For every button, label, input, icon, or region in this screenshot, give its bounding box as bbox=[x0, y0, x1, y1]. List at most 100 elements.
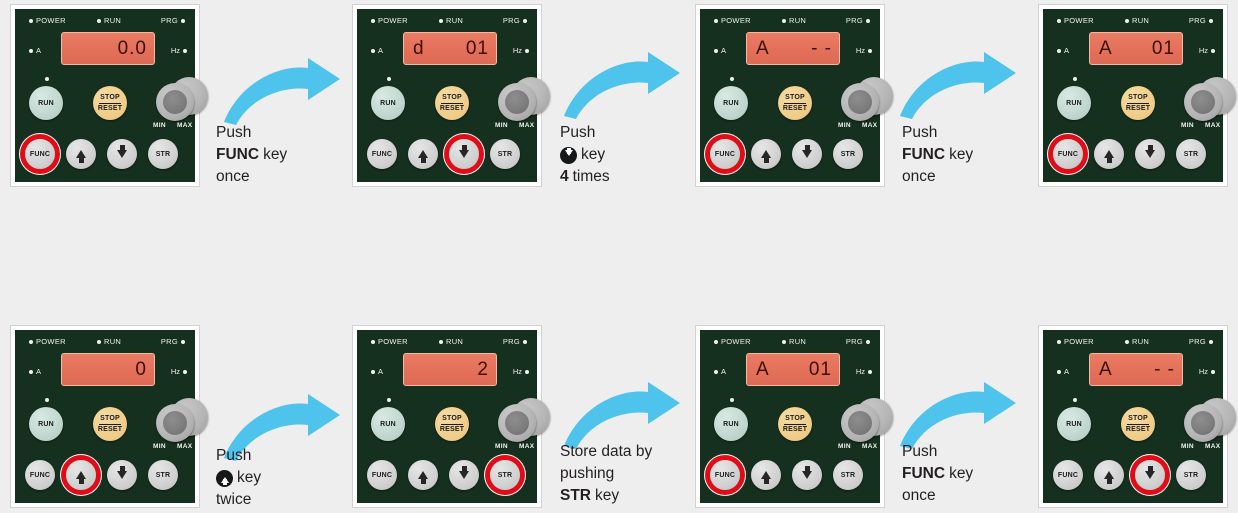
knob-min-label: MIN bbox=[1181, 443, 1194, 450]
led-power: POWER bbox=[1057, 16, 1094, 25]
knob-min-label: MIN bbox=[495, 443, 508, 450]
up-button[interactable] bbox=[751, 139, 781, 169]
down-button[interactable] bbox=[449, 139, 479, 169]
step-line-2: key bbox=[560, 144, 610, 166]
potentiometer-knob[interactable] bbox=[156, 404, 194, 442]
func-button[interactable]: FUNC bbox=[367, 139, 397, 169]
potentiometer-knob[interactable] bbox=[841, 83, 879, 121]
str-button[interactable]: STR bbox=[148, 139, 178, 169]
func-button[interactable]: FUNC bbox=[1053, 460, 1083, 490]
flow-arrow-3 bbox=[900, 52, 1016, 119]
led-run-label: RUN bbox=[1132, 337, 1150, 346]
stop-reset-button[interactable]: STOP RESET bbox=[1121, 86, 1155, 120]
potentiometer-knob[interactable] bbox=[1184, 404, 1222, 442]
down-button[interactable] bbox=[1135, 139, 1165, 169]
down-button[interactable] bbox=[792, 139, 822, 169]
step-caption-4: Push key twice bbox=[216, 445, 261, 511]
func-button[interactable]: FUNC bbox=[710, 139, 740, 169]
panel-face: POWER RUN PRG A Hz d 01 RUN STOP RESET M… bbox=[357, 9, 550, 182]
run-status-led bbox=[730, 398, 734, 402]
stop-reset-divider bbox=[784, 423, 806, 425]
up-key-glyph-icon bbox=[216, 469, 233, 487]
stop-reset-button[interactable]: STOP RESET bbox=[1121, 407, 1155, 441]
stop-reset-button[interactable]: STOP RESET bbox=[778, 86, 812, 120]
power-led-dot bbox=[29, 18, 33, 23]
down-arrow-icon bbox=[802, 145, 812, 158]
run-status-led bbox=[387, 77, 391, 81]
func-button[interactable]: FUNC bbox=[1053, 139, 1083, 169]
down-button[interactable] bbox=[449, 460, 479, 490]
stop-reset-button[interactable]: STOP RESET bbox=[778, 407, 812, 441]
func-button[interactable]: FUNC bbox=[367, 460, 397, 490]
panel-face: POWER RUN PRG A Hz 0.0 RUN STOP RESET MI… bbox=[15, 9, 208, 182]
stop-reset-divider bbox=[1127, 102, 1149, 104]
step-line-1: Store data by bbox=[560, 441, 652, 463]
up-button[interactable] bbox=[751, 460, 781, 490]
stop-reset-button[interactable]: STOP RESET bbox=[435, 86, 469, 120]
led-power: POWER bbox=[29, 337, 66, 346]
run-status-led bbox=[45, 398, 49, 402]
stop-reset-button[interactable]: STOP RESET bbox=[93, 86, 127, 120]
up-button[interactable] bbox=[408, 139, 438, 169]
run-button[interactable]: RUN bbox=[29, 86, 63, 120]
reset-label: RESET bbox=[439, 425, 465, 433]
run-button[interactable]: RUN bbox=[1057, 407, 1091, 441]
str-button[interactable]: STR bbox=[833, 460, 863, 490]
stop-label: STOP bbox=[100, 93, 120, 101]
run-button[interactable]: RUN bbox=[714, 407, 748, 441]
unit-amps-label: A bbox=[721, 46, 727, 55]
unit-hertz: Hz bbox=[1199, 46, 1215, 55]
unit-hertz: Hz bbox=[856, 367, 872, 376]
stop-reset-button[interactable]: STOP RESET bbox=[93, 407, 127, 441]
potentiometer-knob[interactable] bbox=[1184, 83, 1222, 121]
potentiometer-knob[interactable] bbox=[156, 83, 194, 121]
step-text: once bbox=[216, 168, 250, 185]
run-button[interactable]: RUN bbox=[714, 86, 748, 120]
down-button[interactable] bbox=[1135, 460, 1165, 490]
amps-led-dot bbox=[29, 48, 33, 53]
str-button[interactable]: STR bbox=[148, 460, 178, 490]
up-button[interactable] bbox=[66, 139, 96, 169]
run-button[interactable]: RUN bbox=[1057, 86, 1091, 120]
run-button[interactable]: RUN bbox=[371, 86, 405, 120]
unit-amps: A bbox=[29, 367, 41, 376]
up-button[interactable] bbox=[1094, 139, 1124, 169]
unit-hertz: Hz bbox=[513, 367, 529, 376]
stop-label: STOP bbox=[100, 414, 120, 422]
up-button[interactable] bbox=[408, 460, 438, 490]
step-line-3: once bbox=[216, 166, 287, 188]
potentiometer-knob[interactable] bbox=[841, 404, 879, 442]
run-button[interactable]: RUN bbox=[371, 407, 405, 441]
keypad-panel-5: POWER RUN PRG A Hz 0 RUN STOP RESET MIN … bbox=[10, 325, 208, 508]
led-power-label: POWER bbox=[378, 16, 408, 25]
down-button[interactable] bbox=[107, 139, 137, 169]
str-button[interactable]: STR bbox=[833, 139, 863, 169]
flow-arrow-2 bbox=[564, 52, 680, 119]
str-button[interactable]: STR bbox=[490, 139, 520, 169]
unit-amps: A bbox=[1057, 367, 1069, 376]
potentiometer-knob[interactable] bbox=[498, 404, 536, 442]
led-run-label: RUN bbox=[104, 16, 122, 25]
func-button[interactable]: FUNC bbox=[25, 139, 55, 169]
keypad-panel-8: POWER RUN PRG A Hz A - - RUN STOP RESET … bbox=[1038, 325, 1236, 508]
run-status-led bbox=[1073, 77, 1077, 81]
led-prg-label: PRG bbox=[1188, 16, 1206, 25]
up-button[interactable] bbox=[66, 460, 96, 490]
run-button[interactable]: RUN bbox=[29, 407, 63, 441]
str-button[interactable]: STR bbox=[1176, 139, 1206, 169]
led-indicator-row: POWER RUN PRG bbox=[365, 16, 529, 27]
str-button[interactable]: STR bbox=[1176, 460, 1206, 490]
display-screen: 0 bbox=[61, 353, 155, 386]
down-button[interactable] bbox=[107, 460, 137, 490]
unit-hertz-label: Hz bbox=[512, 367, 522, 376]
func-button[interactable]: FUNC bbox=[710, 460, 740, 490]
str-button[interactable]: STR bbox=[490, 460, 520, 490]
potentiometer-knob[interactable] bbox=[498, 83, 536, 121]
down-arrow-icon bbox=[117, 145, 127, 158]
stop-reset-button[interactable]: STOP RESET bbox=[435, 407, 469, 441]
step-line-3: twice bbox=[216, 489, 261, 511]
display-value-left: A bbox=[756, 359, 770, 380]
func-button[interactable]: FUNC bbox=[25, 460, 55, 490]
down-button[interactable] bbox=[792, 460, 822, 490]
up-button[interactable] bbox=[1094, 460, 1124, 490]
